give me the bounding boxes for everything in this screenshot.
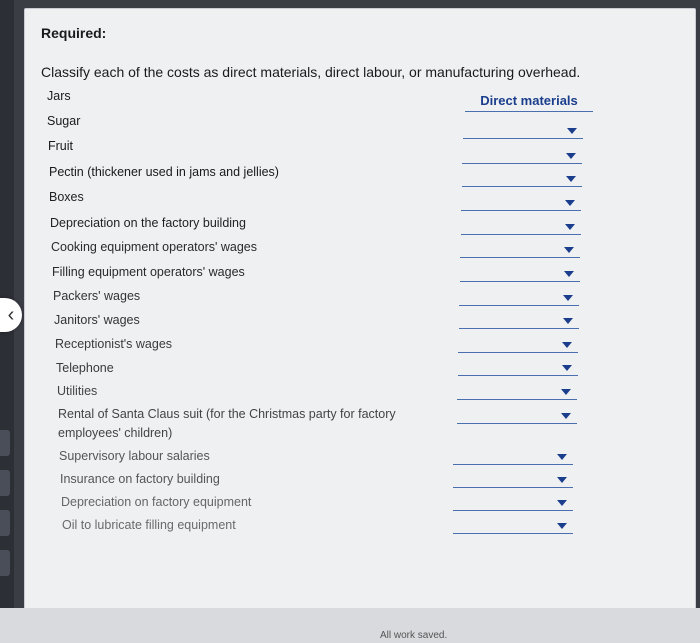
chevron-down-icon <box>566 153 576 159</box>
classification-dropdown[interactable] <box>457 385 577 400</box>
toolbar-button[interactable] <box>0 430 10 456</box>
toolbar-button[interactable] <box>0 550 10 576</box>
cost-item-label: Boxes <box>49 190 84 204</box>
question-panel: Required: Classify each of the costs as … <box>24 8 696 610</box>
chevron-down-icon <box>565 200 575 206</box>
cost-item-label: Receptionist's wages <box>55 337 173 351</box>
cost-item-label: Filling equipment operators' wages <box>52 265 245 279</box>
cost-item-label: Fruit <box>48 139 73 153</box>
instruction-text: Classify each of the costs as direct mat… <box>41 64 581 80</box>
cost-item-label: Depreciation on the factory building <box>50 216 246 230</box>
cost-item-label: Sugar <box>47 114 81 128</box>
classification-dropdown[interactable] <box>458 361 578 376</box>
footer-bar <box>0 608 700 643</box>
classification-dropdown[interactable] <box>462 172 582 187</box>
chevron-down-icon <box>561 413 571 419</box>
classification-dropdown[interactable] <box>459 314 579 329</box>
chevron-down-icon <box>563 295 573 301</box>
chevron-down-icon <box>563 318 573 324</box>
cost-item-label: Supervisory labour salaries <box>59 449 210 463</box>
classification-dropdown[interactable] <box>461 220 581 235</box>
classification-dropdown[interactable] <box>458 338 578 353</box>
required-heading: Required: <box>41 25 107 41</box>
toolbar-button[interactable] <box>0 510 10 536</box>
chevron-down-icon <box>561 389 571 395</box>
cost-item-label: Cooking equipment operators' wages <box>51 240 257 254</box>
cost-item-label: Janitors' wages <box>54 313 140 327</box>
save-status: All work saved. <box>380 630 448 641</box>
chevron-down-icon <box>566 176 576 182</box>
chevron-down-icon <box>562 342 572 348</box>
cost-item-label: Oil to lubricate filling equipment <box>62 518 236 532</box>
direct-materials-header: Direct materials <box>465 93 593 112</box>
chevron-down-icon <box>562 365 572 371</box>
cost-item-label: Jars <box>47 89 71 103</box>
back-chevron-icon[interactable]: ‹ <box>0 298 22 332</box>
chevron-down-icon <box>564 271 574 277</box>
classification-dropdown[interactable] <box>453 496 573 511</box>
cost-item-label: Utilities <box>57 384 98 398</box>
classification-dropdown[interactable] <box>460 243 580 258</box>
cost-item-label: Rental of Santa Claus suit (for the Chri… <box>58 407 396 421</box>
chevron-down-icon <box>565 224 575 230</box>
chevron-down-icon <box>557 477 567 483</box>
chevron-down-icon <box>557 454 567 460</box>
classification-dropdown[interactable] <box>459 291 579 306</box>
classification-dropdown[interactable] <box>457 409 577 424</box>
chevron-down-icon <box>557 523 567 529</box>
classification-dropdown[interactable] <box>460 267 580 282</box>
chevron-down-icon <box>557 500 567 506</box>
cost-item-label: Insurance on factory building <box>60 472 220 486</box>
classification-dropdown[interactable] <box>453 450 573 465</box>
cost-item-label-continued: employees' children) <box>58 426 173 440</box>
classification-dropdown[interactable] <box>461 196 581 211</box>
chevron-down-icon <box>567 128 577 134</box>
cost-item-label: Depreciation on factory equipment <box>61 495 252 509</box>
cost-item-label: Telephone <box>56 361 114 375</box>
classification-dropdown[interactable] <box>453 519 573 534</box>
toolbar-button[interactable] <box>0 470 10 496</box>
cost-item-label: Pectin (thickener used in jams and jelli… <box>49 165 279 179</box>
classification-dropdown[interactable] <box>462 149 582 164</box>
chevron-down-icon <box>564 247 574 253</box>
classification-dropdown[interactable] <box>453 473 573 488</box>
classification-dropdown[interactable] <box>463 124 583 139</box>
cost-item-label: Packers' wages <box>53 289 141 303</box>
